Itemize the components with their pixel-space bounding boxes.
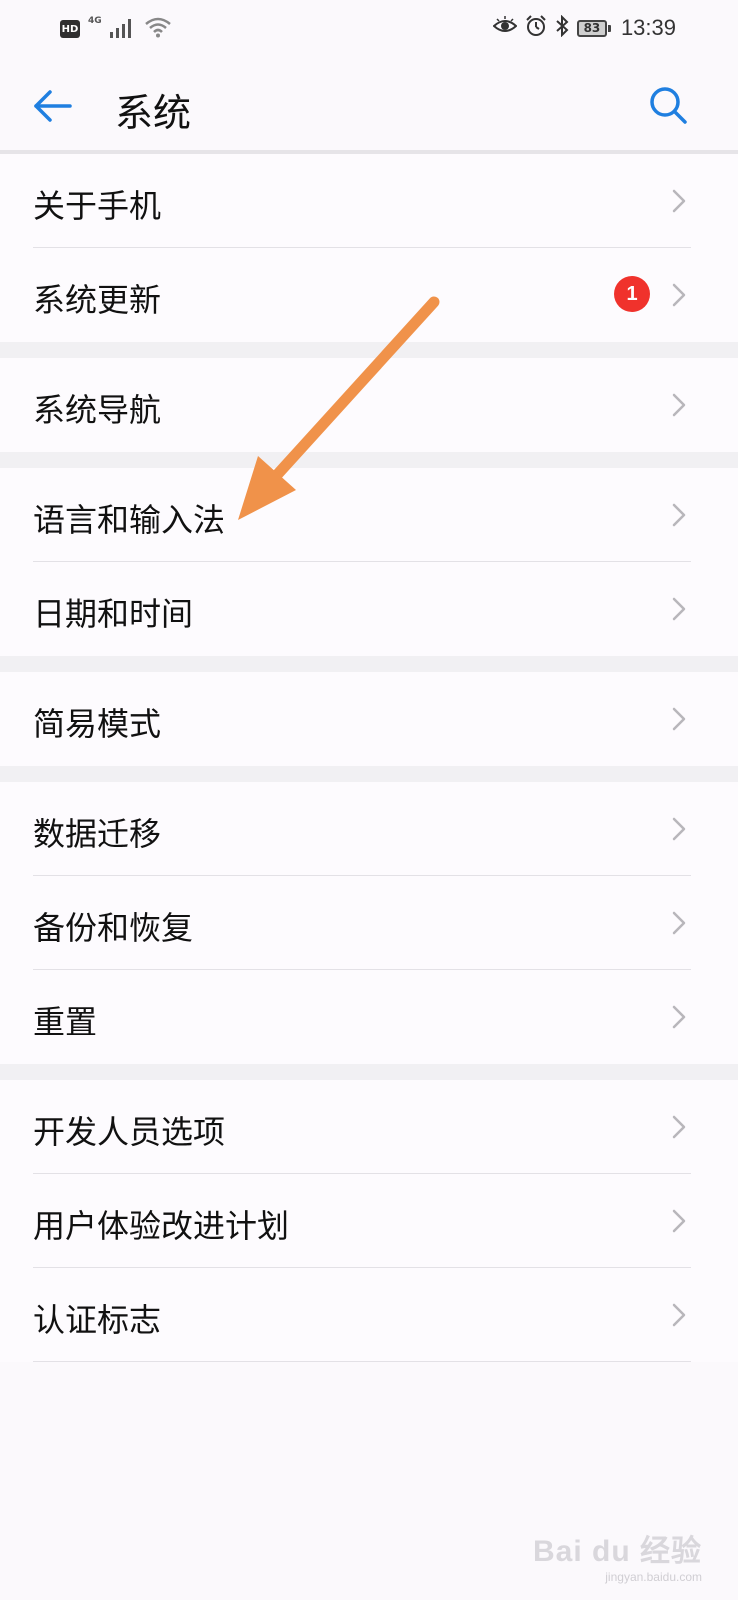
list-item-label: 重置 (33, 1003, 98, 1041)
chevron-right-icon (672, 911, 686, 935)
notification-badge: 1 (614, 276, 650, 312)
list-item-system-update[interactable]: 系统更新 1 (0, 248, 738, 342)
wifi-icon (144, 16, 172, 42)
watermark: Bai du 经验 jingyan.baidu.com (533, 1526, 702, 1584)
list-item-reset[interactable]: 重置 (0, 970, 738, 1064)
list-item-label: 数据迁移 (33, 815, 162, 853)
chevron-right-icon (672, 707, 686, 731)
group-gap (0, 342, 738, 358)
list-item-developer-options[interactable]: 开发人员选项 (0, 1080, 738, 1174)
settings-group-6: 开发人员选项 用户体验改进计划 认证标志 (0, 1080, 738, 1362)
chevron-right-icon (672, 393, 686, 417)
battery-level: 83 (576, 19, 607, 37)
row-divider (33, 1361, 691, 1362)
watermark-main: Bai du 经验 (532, 1535, 702, 1568)
list-item-about-phone[interactable]: 关于手机 (0, 154, 738, 248)
settings-group-1: 关于手机 系统更新 1 (0, 154, 738, 342)
list-item-user-experience[interactable]: 用户体验改进计划 (0, 1174, 738, 1268)
chevron-right-icon (672, 817, 686, 841)
chevron-right-icon (672, 597, 686, 621)
settings-group-2: 系统导航 (0, 358, 738, 452)
status-left: HD 4G (60, 14, 172, 44)
status-right: 83 13:39 (492, 12, 676, 44)
list-item-label: 日期和时间 (33, 595, 194, 633)
settings-group-3: 语言和输入法 日期和时间 (0, 468, 738, 656)
chevron-right-icon (672, 1303, 686, 1327)
group-gap (0, 1064, 738, 1080)
settings-group-5: 数据迁移 备份和恢复 重置 (0, 782, 738, 1064)
list-item-system-navigation[interactable]: 系统导航 (0, 358, 738, 452)
list-item-backup-restore[interactable]: 备份和恢复 (0, 876, 738, 970)
list-item-label: 系统更新 (33, 281, 162, 319)
list-item-simple-mode[interactable]: 简易模式 (0, 672, 738, 766)
group-gap (0, 766, 738, 782)
list-item-data-migration[interactable]: 数据迁移 (0, 782, 738, 876)
group-gap (0, 452, 738, 468)
chevron-right-icon (672, 1005, 686, 1029)
settings-group-4: 简易模式 (0, 672, 738, 766)
bluetooth-icon (555, 14, 569, 41)
alarm-icon (525, 15, 547, 41)
list-item-certification[interactable]: 认证标志 (0, 1268, 738, 1362)
list-item-label: 简易模式 (33, 705, 162, 743)
list-item-label: 开发人员选项 (33, 1113, 226, 1151)
back-arrow-icon (34, 90, 72, 122)
status-bar: HD 4G 83 13:39 (0, 0, 738, 60)
back-button[interactable] (30, 84, 74, 128)
chevron-right-icon (672, 503, 686, 527)
clock: 13:39 (620, 15, 676, 40)
watermark-sub: jingyan.baidu.com (605, 1570, 702, 1584)
list-item-label: 备份和恢复 (33, 909, 194, 947)
chevron-right-icon (672, 189, 686, 213)
page-title: 系统 (115, 91, 192, 135)
chevron-right-icon (672, 1209, 686, 1233)
signal-icon (109, 16, 136, 42)
chevron-right-icon (672, 283, 686, 307)
list-item-label: 关于手机 (33, 187, 162, 225)
network-type-label: 4G (88, 16, 102, 26)
list-item-date-time[interactable]: 日期和时间 (0, 562, 738, 656)
eye-comfort-icon (492, 16, 518, 40)
list-item-label: 用户体验改进计划 (33, 1207, 290, 1245)
list-item-label: 系统导航 (33, 391, 162, 429)
search-button[interactable] (645, 82, 691, 128)
chevron-right-icon (672, 1115, 686, 1139)
title-bar: 系统 (0, 60, 738, 150)
battery-icon: 83 (576, 19, 611, 37)
list-item-language-input[interactable]: 语言和输入法 (0, 468, 738, 562)
hd-icon: HD (60, 20, 80, 38)
group-gap (0, 656, 738, 672)
battery-tip (607, 24, 611, 32)
search-icon (650, 87, 687, 124)
list-item-label: 认证标志 (33, 1301, 162, 1339)
list-item-label: 语言和输入法 (33, 501, 226, 539)
